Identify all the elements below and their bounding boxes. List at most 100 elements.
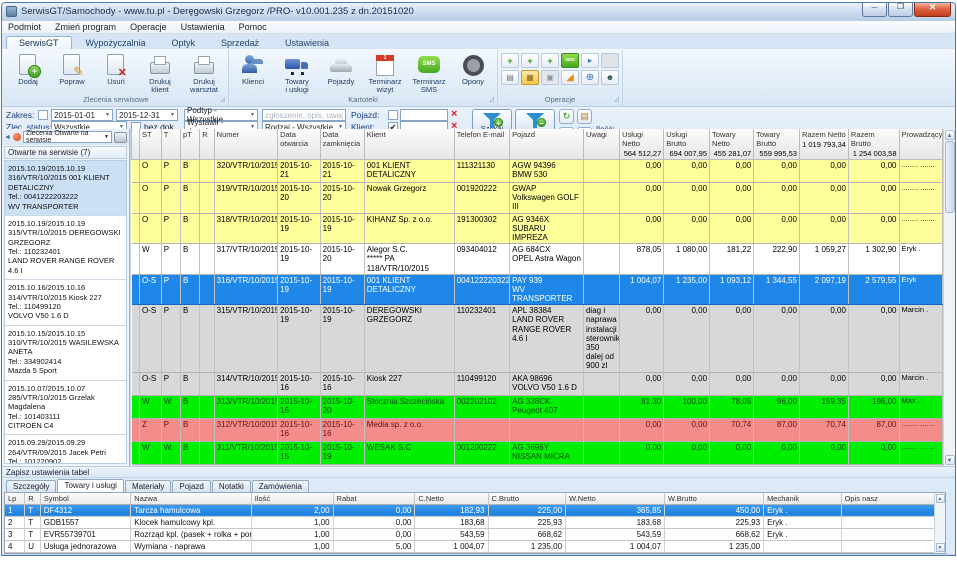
items-column-header[interactable]: R xyxy=(25,493,41,504)
doc-add2-icon[interactable] xyxy=(521,53,539,68)
title-bar[interactable]: SerwisGT/Samochody - www.tu.pl - Deręgow… xyxy=(2,3,955,21)
nav-back-icon[interactable]: ◄ xyxy=(4,134,11,141)
doc-add1-icon[interactable] xyxy=(501,53,519,68)
pojazd-checkbox[interactable] xyxy=(388,110,398,120)
order-list-item[interactable]: 2015.09.29/2015.09.29264/VTR/09/2015 Jac… xyxy=(5,435,126,464)
save-table-settings-button[interactable]: Zapisz ustawienia tabel xyxy=(2,466,955,478)
order-row[interactable]: O-SPB315/VTR/10/20152015-10-192015-10-19… xyxy=(132,305,943,372)
doc-forward-icon[interactable] xyxy=(581,53,599,68)
column-header[interactable]: Data otwarcia xyxy=(278,129,321,160)
ribbon-button-add[interactable]: Dodaj xyxy=(7,51,49,86)
column-header[interactable]: Data zamknięcia xyxy=(320,129,364,160)
menu-item-3[interactable]: Ustawienia xyxy=(181,22,225,32)
doc-gray-icon[interactable] xyxy=(601,53,619,68)
items-column-header[interactable]: Rabat xyxy=(333,493,415,504)
items-column-header[interactable]: W.Netto xyxy=(566,493,665,504)
items-column-header[interactable]: Symbol xyxy=(40,493,130,504)
ribbon-tab-0[interactable]: SerwisGT xyxy=(6,36,72,49)
column-header[interactable]: Numer xyxy=(214,129,277,160)
ribbon-button-goods[interactable]: Towary i usługi xyxy=(276,51,318,95)
items-vertical-scrollbar[interactable]: ▲ ▼ xyxy=(934,493,945,553)
ribbon-button-clients[interactable]: Klienci xyxy=(232,51,274,86)
order-row[interactable]: ZPB312/VTR/10/20152015-10-162015-10-16Me… xyxy=(132,418,943,441)
doc-add3-icon[interactable] xyxy=(541,53,559,68)
column-header[interactable]: T xyxy=(161,129,180,160)
item-row[interactable]: 1TDF4312Tarcza hamulcowa2,000,00182,9322… xyxy=(5,504,945,516)
scroll-down-icon[interactable]: ▼ xyxy=(945,455,955,465)
order-row[interactable]: O-SPB316/VTR/10/20152015-10-192015-10-19… xyxy=(132,274,943,305)
items-column-header[interactable]: C.Brutto xyxy=(488,493,566,504)
scroll-up-icon[interactable]: ▲ xyxy=(936,494,945,503)
column-header[interactable]: Telefon E-mail xyxy=(454,129,509,160)
item-row[interactable]: 3TEVR55739701Rozrząd kpl. (pasek + rolka… xyxy=(5,528,945,540)
column-header[interactable]: Razem Brutto1 254 003,58 xyxy=(848,129,899,160)
items-column-header[interactable]: Lp xyxy=(5,493,25,504)
detail-tab-5[interactable]: Zamówienia xyxy=(252,480,309,492)
printer-small-icon[interactable] xyxy=(501,70,519,85)
pojazd-input[interactable] xyxy=(400,109,448,121)
maximize-button[interactable] xyxy=(888,3,913,17)
zakres-checkbox[interactable] xyxy=(38,110,48,120)
print-list-icon[interactable] xyxy=(114,132,127,143)
order-row[interactable]: WW.B313/VTR/10/20152015-10-162015-10-20S… xyxy=(132,395,943,418)
search-input[interactable] xyxy=(262,109,346,121)
chart-icon[interactable] xyxy=(561,70,579,85)
items-column-header[interactable]: Mechanik xyxy=(764,493,842,504)
clear-pojazd-icon[interactable]: × xyxy=(451,109,457,120)
minimize-button[interactable] xyxy=(862,3,887,17)
column-header[interactable]: Razem Netto1 019 793,34 xyxy=(799,129,848,160)
vertical-scrollbar[interactable]: ▲ ▼ xyxy=(943,129,955,466)
ribbon-button-print-workshop[interactable]: Drukuj warsztat xyxy=(183,51,225,95)
ribbon-button-sms[interactable]: Terminarz SMS xyxy=(408,51,450,95)
items-column-header[interactable]: C.Netto xyxy=(415,493,488,504)
ribbon-button-edit[interactable]: Popraw xyxy=(51,51,93,86)
contacts-icon[interactable] xyxy=(601,70,619,85)
ribbon-tab-3[interactable]: Sprzedaż xyxy=(209,37,271,49)
item-row[interactable]: 2TGDB1557Klocek hamulcowy kpl.1,000,0018… xyxy=(5,516,945,528)
column-header[interactable]: pT xyxy=(180,129,199,160)
order-list-item[interactable]: 2015.10.19/2015.10.19316/VTR/10/2015 001… xyxy=(5,161,126,216)
view-selector-dropdown[interactable]: Zlecenia Otwarte na serwisie▼ xyxy=(23,131,112,143)
ribbon-tab-4[interactable]: Ustawienia xyxy=(273,37,341,49)
globe-icon[interactable] xyxy=(581,70,599,85)
ribbon-button-delete[interactable]: Usuń xyxy=(95,51,137,86)
ribbon-tab-1[interactable]: Wypożyczalnia xyxy=(74,37,158,49)
sms-small-icon[interactable] xyxy=(561,53,579,68)
detail-tab-4[interactable]: Notatki xyxy=(212,480,251,492)
order-list-item[interactable]: 2015.10.16/2015.10.16314/VTR/10/2015 Kio… xyxy=(5,280,126,326)
items-column-header[interactable]: Nazwa xyxy=(131,493,252,504)
column-header[interactable]: Usługi Brutto694 007,95 xyxy=(664,129,710,160)
menu-item-2[interactable]: Operacje xyxy=(130,22,167,32)
column-header[interactable]: Prowadzący xyxy=(899,129,943,160)
detail-tab-3[interactable]: Pojazd xyxy=(172,480,210,492)
notebook-icon[interactable]: ▤ xyxy=(577,109,592,124)
column-header[interactable]: Pojazd xyxy=(510,129,584,160)
ribbon-button-calendar[interactable]: Terminarz wizyt xyxy=(364,51,406,95)
scroll-up-icon[interactable]: ▲ xyxy=(945,130,955,140)
items-column-header[interactable]: W.Brutto xyxy=(665,493,764,504)
detail-tab-1[interactable]: Towary i usługi xyxy=(57,479,123,492)
order-list-item[interactable]: 2015.10.07/2015.10.07285/VTR/10/2015 Grz… xyxy=(5,381,126,436)
scrollbar-thumb[interactable] xyxy=(945,141,955,213)
ribbon-button-tires[interactable]: Opony xyxy=(452,51,494,86)
column-header[interactable]: Uwagi xyxy=(583,129,619,160)
items-column-header[interactable]: Opis nasz xyxy=(841,493,944,504)
menu-item-1[interactable]: Zmień program xyxy=(55,22,116,32)
order-row[interactable]: WW.B311/VTR/10/20152015-10-152015-10-19W… xyxy=(132,441,943,464)
column-header[interactable]: Usługi Netto564 512,27 xyxy=(620,129,664,160)
date-from-picker[interactable]: 2015-01-01▼ xyxy=(51,109,113,121)
close-list-icon[interactable] xyxy=(13,133,21,141)
fax-icon[interactable] xyxy=(541,70,559,85)
order-row[interactable]: OPB320/VTR/10/20152015-10-212015-10-2100… xyxy=(132,160,943,183)
menu-item-4[interactable]: Pomoc xyxy=(239,22,267,32)
column-header[interactable]: Towary Netto455 281,07 xyxy=(710,129,754,160)
column-header[interactable]: Klient xyxy=(364,129,454,160)
detail-tab-0[interactable]: Szczegóły xyxy=(6,480,56,492)
ribbon-tab-2[interactable]: Optyk xyxy=(159,37,207,49)
detail-tab-2[interactable]: Materiały xyxy=(125,480,171,492)
ribbon-button-vehicles[interactable]: Pojazdy xyxy=(320,51,362,86)
items-column-header[interactable]: Ilość xyxy=(251,493,333,504)
scroll-down-icon[interactable]: ▼ xyxy=(936,543,945,552)
column-header[interactable]: Towary Brutto559 995,53 xyxy=(754,129,800,160)
order-list-item[interactable]: 2015.10.15/2015.10.15310/VTR/10/2015 WAS… xyxy=(5,326,126,381)
